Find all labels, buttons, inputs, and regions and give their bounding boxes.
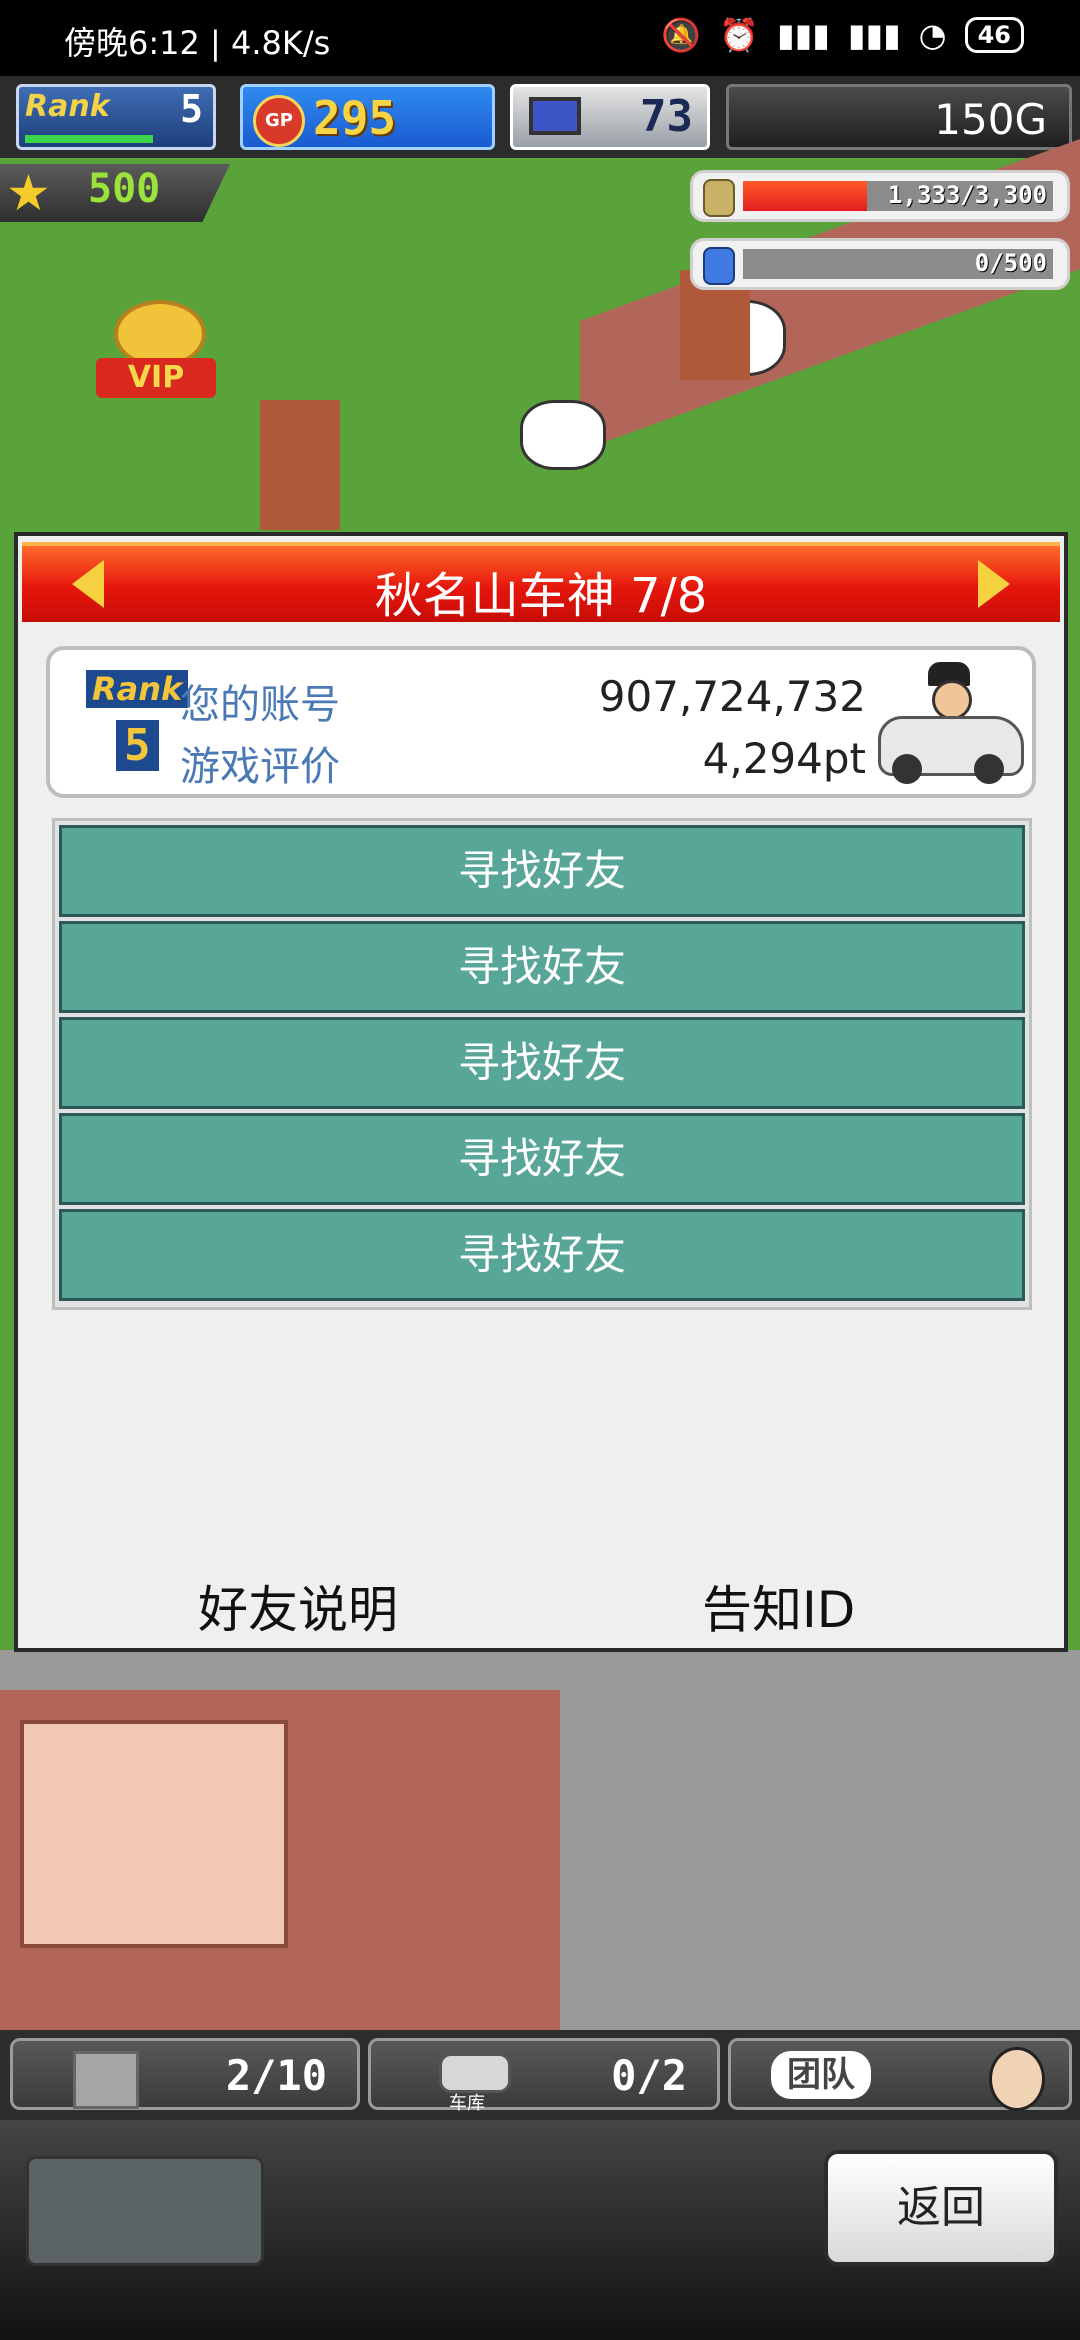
- coin-meter-text: 1,333/3,300: [888, 181, 1047, 209]
- garage-slot[interactable]: 车库 0/2: [368, 2038, 720, 2114]
- top-hud: Rank 5 GP 295 73 150G: [0, 76, 1080, 158]
- coin-meter: 1,333/3,300: [690, 170, 1070, 222]
- pc-value: 73: [640, 91, 693, 142]
- rank-value: 5: [180, 87, 203, 131]
- pc-panel[interactable]: 73: [510, 84, 710, 150]
- player-car-avatar: [878, 660, 1024, 784]
- profile-card: Rank 5 您的账号 907,724,732 游戏评价 4,294pt: [46, 646, 1036, 798]
- gp-panel[interactable]: GP 295: [240, 84, 495, 150]
- fuel-meter: 0/500: [690, 238, 1070, 290]
- team-slot[interactable]: 团队: [728, 2038, 1072, 2111]
- hd-signal-icon: ▮▮▮: [777, 16, 830, 54]
- find-friend-button[interactable]: 寻找好友: [59, 921, 1025, 1013]
- alarm-icon: ⏰: [719, 16, 760, 54]
- cake-shop[interactable]: [20, 1720, 288, 1948]
- fuel-bottle-icon: [703, 247, 735, 285]
- rank-panel[interactable]: Rank 5: [16, 84, 216, 150]
- battery-icon: 46: [964, 17, 1024, 53]
- star-panel[interactable]: ★ 500: [0, 164, 230, 222]
- bottom-control-bar: 返回: [0, 2120, 1080, 2340]
- garage-count: 0/2: [611, 2051, 687, 2100]
- dialog-header: 秋名山车神 7/8: [22, 542, 1060, 624]
- cow-sprite[interactable]: [520, 400, 606, 470]
- find-friend-button[interactable]: 寻找好友: [59, 1113, 1025, 1205]
- rank-label: Rank: [25, 89, 110, 124]
- friend-help-button[interactable]: 好友说明: [198, 1570, 398, 1642]
- info-panel: [26, 2156, 264, 2266]
- friend-slot-list: 寻找好友 寻找好友 寻找好友 寻找好友 寻找好友: [52, 818, 1032, 1310]
- find-friend-button[interactable]: 寻找好友: [59, 825, 1025, 917]
- star-value: 500: [88, 166, 161, 212]
- mute-icon: 🔕: [661, 16, 702, 54]
- status-bar: 傍晚6:12 | 4.8K/s 🔕 ⏰ ▮▮▮ ▮▮▮ ◔ 46: [0, 0, 1080, 76]
- vip-badge[interactable]: VIP: [96, 300, 216, 400]
- garage-caption: 车库: [449, 2093, 485, 2114]
- rating-value: 4,294pt: [702, 734, 866, 783]
- storage-slot[interactable]: 2/10: [10, 2038, 360, 2110]
- status-icons: 🔕 ⏰ ▮▮▮ ▮▮▮ ◔ 46: [661, 16, 1024, 54]
- bottom-status-bar: 2/10 车库 0/2 团队: [0, 2030, 1080, 2120]
- status-time: 傍晚6:12 | 4.8K/s: [64, 24, 331, 62]
- storage-count: 2/10: [225, 2051, 327, 2100]
- find-friend-button[interactable]: 寻找好友: [59, 1209, 1025, 1301]
- star-icon: ★: [6, 164, 51, 222]
- dialog-title: 秋名山车神 7/8: [374, 568, 708, 624]
- account-value: 907,724,732: [598, 672, 866, 721]
- team-label: 团队: [771, 2051, 871, 2099]
- next-page-arrow-icon[interactable]: [978, 560, 1010, 608]
- find-friend-button[interactable]: 寻找好友: [59, 1017, 1025, 1109]
- money-panel[interactable]: 150G: [726, 84, 1072, 150]
- vip-label: VIP: [96, 358, 216, 398]
- profile-rank-value: 5: [116, 720, 159, 771]
- computer-icon: [529, 97, 581, 135]
- garage-icon: 车库: [429, 2045, 517, 2114]
- staff-face-icon: [989, 2047, 1045, 2111]
- rank-progress-bar: [25, 135, 153, 143]
- coin-stack-icon: [703, 179, 735, 217]
- tell-id-button[interactable]: 告知ID: [702, 1570, 855, 1642]
- profile-rank-label: Rank: [86, 670, 189, 708]
- gp-value: 295: [313, 91, 397, 145]
- crate-icon: [73, 2051, 139, 2109]
- rating-label: 游戏评价: [180, 744, 340, 790]
- car-wheel: [892, 754, 922, 784]
- account-label: 您的账号: [180, 682, 340, 728]
- wifi-icon: ◔: [918, 16, 947, 54]
- money-value: 150G: [934, 95, 1047, 144]
- fuel-meter-text: 0/500: [974, 249, 1047, 277]
- garage-car-icon: [439, 2053, 511, 2093]
- gp-coin-icon: GP: [253, 95, 305, 147]
- coin-meter-fill: [743, 181, 867, 211]
- car-wheel: [974, 754, 1004, 784]
- back-button[interactable]: 返回: [824, 2150, 1058, 2266]
- friends-dialog: 秋名山车神 7/8 Rank 5 您的账号 907,724,732 游戏评价 4…: [14, 532, 1068, 1652]
- player-head: [932, 680, 972, 720]
- windmill[interactable]: [260, 400, 340, 530]
- r-signal-icon: ▮▮▮: [847, 16, 901, 54]
